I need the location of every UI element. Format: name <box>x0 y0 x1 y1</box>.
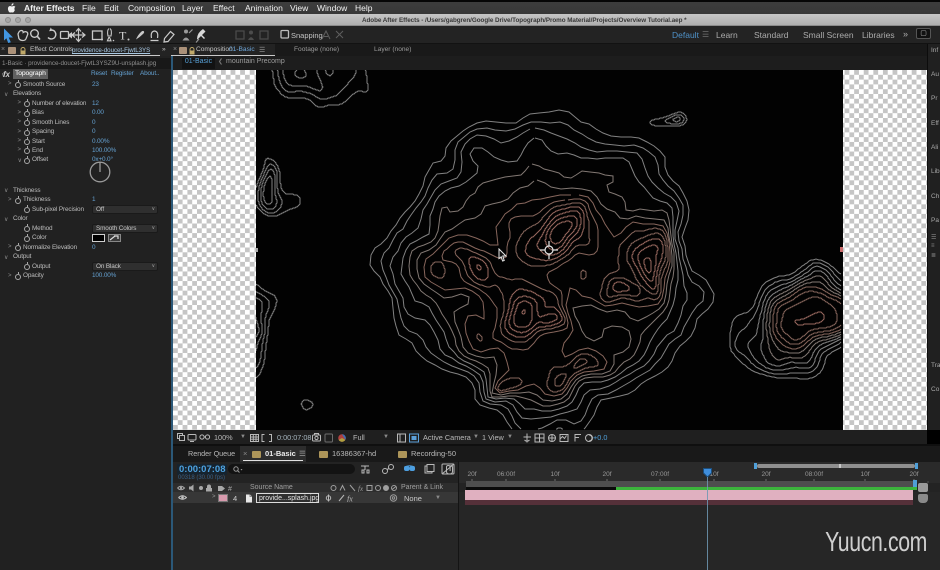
svg-text:20f: 20f <box>602 471 611 478</box>
svg-text:10f: 10f <box>860 471 869 478</box>
svg-text:06:00f: 06:00f <box>497 471 515 478</box>
svg-text:10f: 10f <box>550 471 559 478</box>
svg-text:20f: 20f <box>909 471 918 478</box>
svg-text:fx: fx <box>358 485 364 492</box>
svg-text:T: T <box>119 29 127 43</box>
svg-text:#: # <box>228 486 232 492</box>
svg-text:20f: 20f <box>761 471 770 478</box>
svg-text:Snapping: Snapping <box>291 31 323 40</box>
svg-text:07:00f: 07:00f <box>651 471 669 478</box>
svg-text:fx: fx <box>347 495 353 503</box>
svg-text:20f: 20f <box>467 471 476 478</box>
svg-text:08:00f: 08:00f <box>805 471 823 478</box>
